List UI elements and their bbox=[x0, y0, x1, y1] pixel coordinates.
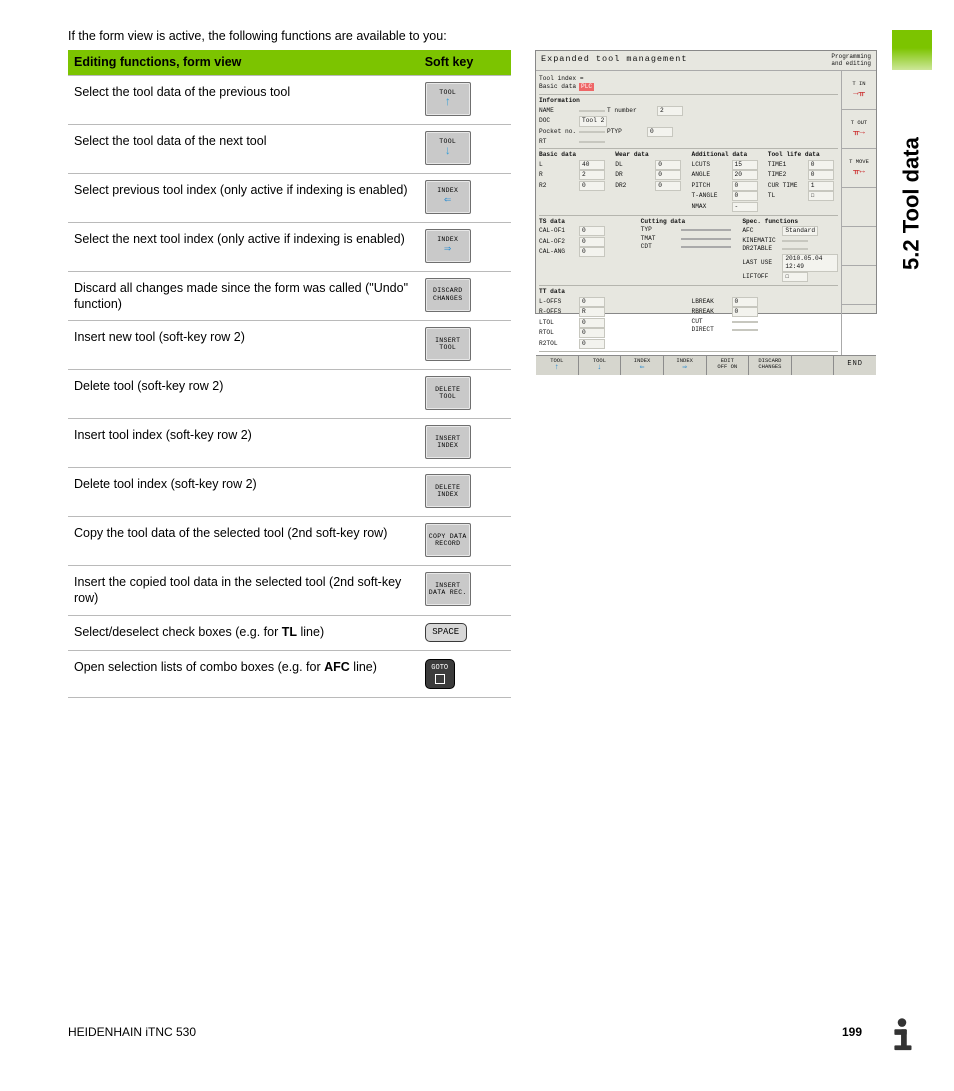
page-footer: HEIDENHAIN iTNC 530 199 bbox=[68, 1011, 924, 1055]
tool-icon: →ᚂ bbox=[853, 88, 865, 100]
shot-softkey-bar: TOOL↑TOOL↓INDEX⇐INDEX⇒EDITOFF ONDISCARDC… bbox=[536, 355, 876, 375]
function-desc: Insert new tool (soft-key row 2) bbox=[68, 321, 419, 370]
shot-softkey[interactable]: INDEX⇒ bbox=[664, 356, 707, 375]
softkey[interactable]: DELETEINDEX bbox=[425, 474, 471, 508]
shot-side-empty bbox=[842, 227, 876, 266]
arrow-icon: ⇐ bbox=[444, 194, 452, 206]
softkey[interactable]: TOOL↑ bbox=[425, 82, 471, 116]
arrow-icon: ↑ bbox=[444, 96, 452, 108]
softkey[interactable]: COPY DATARECORD bbox=[425, 523, 471, 557]
chapter-tab-label: 5.2 Tool data bbox=[898, 137, 927, 270]
softkey[interactable]: DELETETOOL bbox=[425, 376, 471, 410]
table-row: Select the tool data of the next toolTOO… bbox=[68, 124, 511, 173]
info-icon bbox=[880, 1011, 924, 1055]
softkey[interactable]: TOOL↓ bbox=[425, 131, 471, 165]
col-function: Editing functions, form view bbox=[68, 50, 419, 75]
softkey[interactable]: INDEX⇒ bbox=[425, 229, 471, 263]
arrow-icon: ↓ bbox=[444, 145, 452, 157]
function-key-cell: INSERTDATA REC. bbox=[419, 566, 511, 616]
function-key-cell: TOOL↓ bbox=[419, 124, 511, 173]
shot-side-button[interactable]: T MOVEᚂ↔ bbox=[842, 149, 876, 188]
table-row: Select/deselect check boxes (e.g. for TL… bbox=[68, 615, 511, 651]
function-key-cell: INSERTINDEX bbox=[419, 419, 511, 468]
function-desc: Select previous tool index (only active … bbox=[68, 173, 419, 222]
space-key[interactable]: SPACE bbox=[425, 623, 467, 643]
shot-softkey[interactable] bbox=[792, 356, 835, 375]
tool-icon: ᚂ→ bbox=[853, 127, 865, 139]
table-row: Copy the tool data of the selected tool … bbox=[68, 517, 511, 566]
footer-product: HEIDENHAIN iTNC 530 bbox=[68, 1025, 196, 1041]
shot-side-empty bbox=[842, 266, 876, 305]
softkey[interactable]: INSERTINDEX bbox=[425, 425, 471, 459]
shot-softkey[interactable]: EDITOFF ON bbox=[707, 356, 750, 375]
table-row: Select the tool data of the previous too… bbox=[68, 75, 511, 124]
table-row: Open selection lists of combo boxes (e.g… bbox=[68, 651, 511, 698]
function-desc: Open selection lists of combo boxes (e.g… bbox=[68, 651, 419, 698]
function-desc: Copy the tool data of the selected tool … bbox=[68, 517, 419, 566]
function-desc: Delete tool index (soft-key row 2) bbox=[68, 468, 419, 517]
screenshot-panel: Expanded tool management Programmingand … bbox=[535, 50, 877, 314]
softkey[interactable]: INDEX⇐ bbox=[425, 180, 471, 214]
function-key-cell: GOTO bbox=[419, 651, 511, 698]
shot-softkey[interactable]: END bbox=[834, 356, 876, 375]
shot-mode: Programmingand editing bbox=[831, 54, 871, 67]
function-key-cell: INSERTTOOL bbox=[419, 321, 511, 370]
chapter-tab: 5.2 Tool data bbox=[894, 30, 930, 270]
shot-softkey[interactable]: INDEX⇐ bbox=[621, 356, 664, 375]
softkey[interactable]: DISCARDCHANGES bbox=[425, 278, 471, 312]
col-softkey: Soft key bbox=[419, 50, 511, 75]
shot-title: Expanded tool management bbox=[541, 54, 687, 67]
table-row: Select the next tool index (only active … bbox=[68, 222, 511, 271]
table-row: Insert the copied tool data in the selec… bbox=[68, 566, 511, 616]
function-key-cell: SPACE bbox=[419, 615, 511, 651]
function-key-cell: DELETEINDEX bbox=[419, 468, 511, 517]
function-key-cell: INDEX⇒ bbox=[419, 222, 511, 271]
function-desc: Insert the copied tool data in the selec… bbox=[68, 566, 419, 616]
function-desc: Select the tool data of the next tool bbox=[68, 124, 419, 173]
table-row: Insert tool index (soft-key row 2)INSERT… bbox=[68, 419, 511, 468]
arrow-icon: ⇒ bbox=[444, 243, 452, 255]
softkey[interactable]: INSERTTOOL bbox=[425, 327, 471, 361]
function-desc: Select the tool data of the previous too… bbox=[68, 75, 419, 124]
page-number: 199 bbox=[842, 1025, 862, 1041]
function-desc: Insert tool index (soft-key row 2) bbox=[68, 419, 419, 468]
shot-softkey[interactable]: TOOL↑ bbox=[536, 356, 579, 375]
shot-side-empty bbox=[842, 188, 876, 227]
function-key-cell: DELETETOOL bbox=[419, 370, 511, 419]
function-key-cell: DISCARDCHANGES bbox=[419, 271, 511, 321]
function-key-cell: COPY DATARECORD bbox=[419, 517, 511, 566]
table-row: Discard all changes made since the form … bbox=[68, 271, 511, 321]
table-row: Insert new tool (soft-key row 2)INSERTTO… bbox=[68, 321, 511, 370]
function-desc: Select/deselect check boxes (e.g. for TL… bbox=[68, 615, 419, 651]
functions-table: Editing functions, form view Soft key Se… bbox=[68, 50, 511, 698]
table-row: Delete tool (soft-key row 2)DELETETOOL bbox=[68, 370, 511, 419]
main-content: If the form view is active, the followin… bbox=[68, 28, 511, 698]
function-key-cell: INDEX⇐ bbox=[419, 173, 511, 222]
function-desc: Discard all changes made since the form … bbox=[68, 271, 419, 321]
table-row: Select previous tool index (only active … bbox=[68, 173, 511, 222]
shot-side-button[interactable]: T IN→ᚂ bbox=[842, 71, 876, 110]
shot-softkey[interactable]: TOOL↓ bbox=[579, 356, 622, 375]
shot-side-button[interactable]: T OUTᚂ→ bbox=[842, 110, 876, 149]
function-desc: Select the next tool index (only active … bbox=[68, 222, 419, 271]
function-desc: Delete tool (soft-key row 2) bbox=[68, 370, 419, 419]
function-key-cell: TOOL↑ bbox=[419, 75, 511, 124]
tool-icon: ᚂ↔ bbox=[853, 166, 865, 178]
softkey[interactable]: INSERTDATA REC. bbox=[425, 572, 471, 606]
shot-softkey[interactable]: DISCARDCHANGES bbox=[749, 356, 792, 375]
goto-key[interactable]: GOTO bbox=[425, 659, 455, 689]
table-row: Delete tool index (soft-key row 2)DELETE… bbox=[68, 468, 511, 517]
intro-text: If the form view is active, the followin… bbox=[68, 28, 511, 44]
